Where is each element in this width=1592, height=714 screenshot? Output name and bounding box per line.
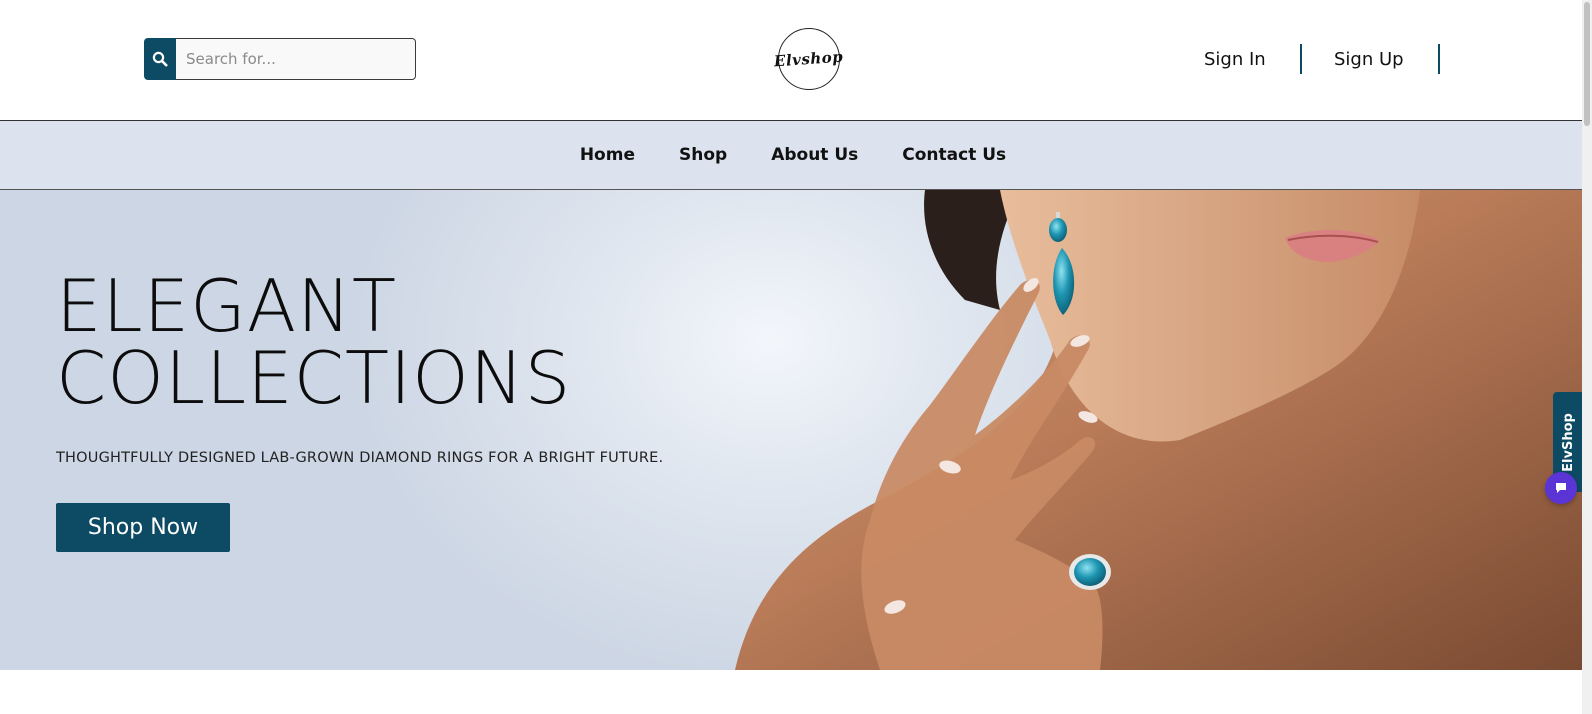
sign-in-link[interactable]: Sign In bbox=[1204, 49, 1266, 70]
side-tab-label: ElvShop bbox=[1560, 412, 1576, 472]
hero-image bbox=[735, 190, 1582, 670]
nav-item-contact-us[interactable]: Contact Us bbox=[902, 145, 1006, 165]
search-icon bbox=[152, 51, 168, 67]
sign-in-wrapper: Sign In bbox=[1204, 44, 1266, 74]
scrollbar-thumb[interactable] bbox=[1584, 2, 1590, 126]
nav-item-shop[interactable]: Shop bbox=[679, 145, 727, 165]
search-button[interactable] bbox=[144, 38, 176, 80]
chat-icon bbox=[1556, 483, 1566, 493]
nav-item-about-us[interactable]: About Us bbox=[771, 145, 858, 165]
hero-title-line1: ELEGANT bbox=[56, 264, 397, 348]
shop-now-button[interactable]: Shop Now bbox=[56, 503, 230, 552]
hero-banner: ELEGANT COLLECTIONS THOUGHTFULLY DESIGNE… bbox=[0, 190, 1582, 670]
logo-text: Elvshop bbox=[773, 47, 845, 71]
main-nav: Home Shop About Us Contact Us bbox=[0, 120, 1582, 190]
hero-title: ELEGANT COLLECTIONS bbox=[56, 270, 571, 414]
auth-divider-end bbox=[1438, 44, 1440, 74]
sign-up-link[interactable]: Sign Up bbox=[1334, 49, 1404, 70]
hero-subtitle: THOUGHTFULLY DESIGNED LAB-GROWN DIAMOND … bbox=[56, 450, 664, 466]
search-bar bbox=[144, 38, 416, 80]
sign-up-wrapper: Sign Up bbox=[1334, 44, 1404, 74]
search-input[interactable] bbox=[176, 38, 416, 80]
hero-title-line2: COLLECTIONS bbox=[56, 336, 572, 420]
nav-item-home[interactable]: Home bbox=[580, 145, 635, 165]
chat-button[interactable] bbox=[1545, 472, 1577, 504]
site-logo[interactable]: Elvshop bbox=[774, 28, 844, 90]
site-header: Elvshop Sign In Sign Up bbox=[0, 0, 1582, 120]
auth-divider bbox=[1300, 44, 1302, 74]
